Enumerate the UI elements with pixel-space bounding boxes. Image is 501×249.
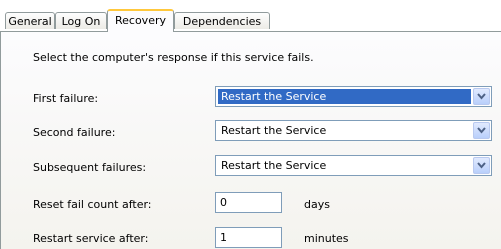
first-failure-dropdown[interactable]: Restart the Service <box>215 86 492 107</box>
chevron-down-icon[interactable] <box>473 88 490 105</box>
restart-service-value: 1 <box>220 231 227 244</box>
restart-service-label: Restart service after: <box>33 232 149 245</box>
subsequent-failures-dropdown[interactable]: Restart the Service <box>215 155 492 176</box>
reset-fail-count-value: 0 <box>220 196 227 209</box>
reset-fail-count-label: Reset fail count after: <box>33 198 152 211</box>
recovery-intro-text: Select the computer's response if this s… <box>33 51 314 64</box>
reset-fail-count-input[interactable]: 0 <box>215 192 282 213</box>
tab-strip: General Log On Recovery Dependencies <box>0 0 501 32</box>
subsequent-failures-label: Subsequent failures: <box>33 161 147 174</box>
tab-general[interactable]: General <box>5 12 55 29</box>
subsequent-failures-value: Restart the Service <box>221 159 327 172</box>
first-failure-value: Restart the Service <box>218 89 471 104</box>
service-properties-recovery: General Log On Recovery Dependencies Sel… <box>0 0 501 249</box>
first-failure-label: First failure: <box>33 92 99 105</box>
restart-service-input[interactable]: 1 <box>215 227 282 248</box>
tab-recovery[interactable]: Recovery <box>107 9 174 32</box>
second-failure-dropdown[interactable]: Restart the Service <box>215 120 492 141</box>
second-failure-value: Restart the Service <box>221 124 327 137</box>
chevron-down-icon[interactable] <box>473 157 490 174</box>
chevron-down-icon[interactable] <box>473 122 490 139</box>
tab-log-on[interactable]: Log On <box>55 12 107 29</box>
restart-service-unit: minutes <box>304 232 349 245</box>
reset-fail-count-unit: days <box>304 198 330 211</box>
tab-dependencies[interactable]: Dependencies <box>174 12 270 29</box>
second-failure-label: Second failure: <box>33 126 116 139</box>
